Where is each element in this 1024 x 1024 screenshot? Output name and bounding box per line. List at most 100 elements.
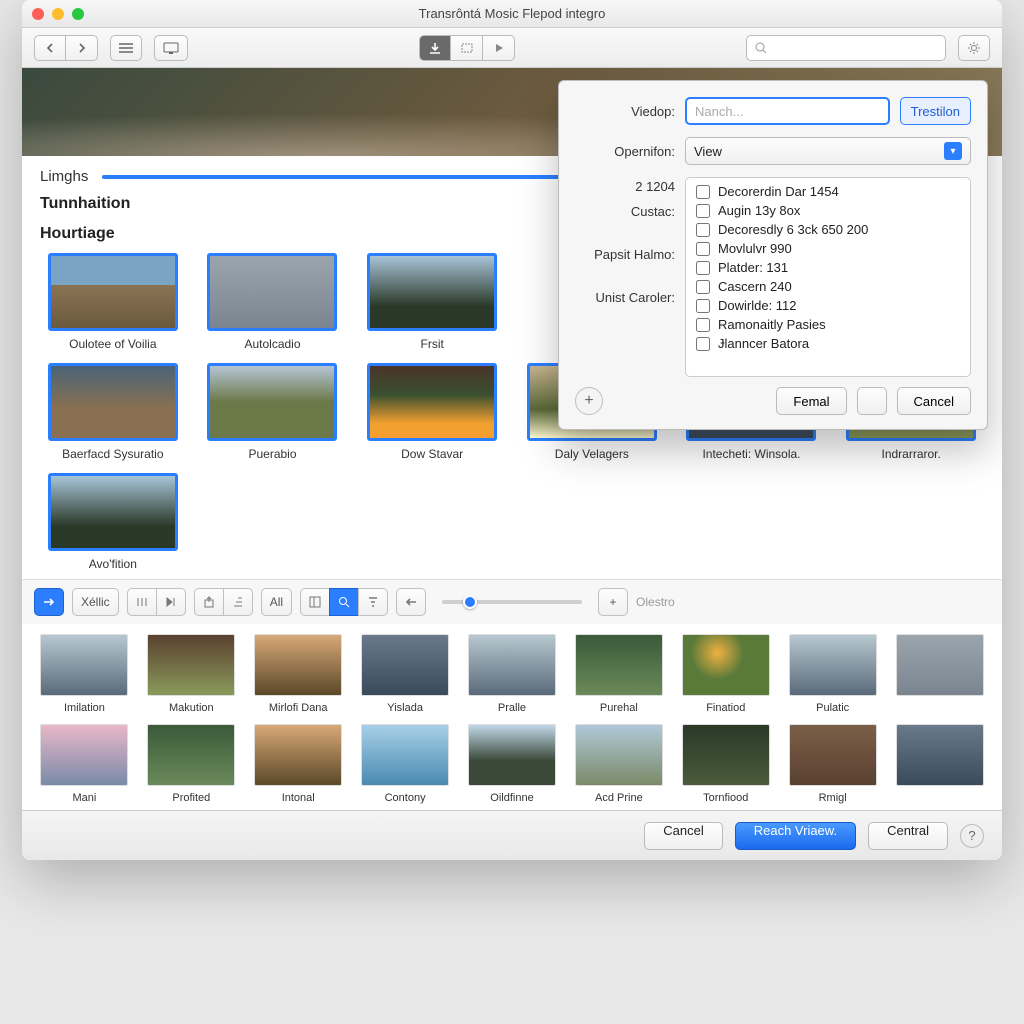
strip-thumbnail[interactable]: Yislada bbox=[357, 634, 454, 714]
list-checkbox[interactable] bbox=[696, 204, 710, 218]
list-item[interactable]: Ramonaitly Pasies bbox=[686, 315, 970, 334]
thumbnail[interactable]: Frsit bbox=[359, 253, 505, 351]
list-checkbox[interactable] bbox=[696, 299, 710, 313]
thumbnail-label: Purehal bbox=[600, 702, 638, 714]
dialog-label-b: Custac: bbox=[575, 204, 675, 219]
thumbnail-label: Dow Stavar bbox=[401, 447, 463, 461]
search-field[interactable] bbox=[746, 35, 946, 61]
strip-thumbnail[interactable]: Acd Prine bbox=[570, 724, 667, 804]
thumbnail-label: Acd Prine bbox=[595, 792, 643, 804]
strip-thumbnail[interactable]: Profited bbox=[143, 724, 240, 804]
search-input[interactable] bbox=[773, 41, 937, 55]
thumbnail[interactable]: Baerfacd Sysuratio bbox=[40, 363, 186, 461]
thumbnail[interactable]: Avo'fition bbox=[40, 473, 186, 571]
list-item[interactable]: Platder: 131 bbox=[686, 258, 970, 277]
section-subhead: Tunnhaition bbox=[40, 195, 130, 213]
list-checkbox[interactable] bbox=[696, 185, 710, 199]
list-item[interactable]: Ɉlanncer Batora bbox=[686, 334, 970, 353]
list-checkbox[interactable] bbox=[696, 318, 710, 332]
thumbnail[interactable]: Puerabio bbox=[200, 363, 346, 461]
list-item-label: Decoresdly 6 3ck 650 200 bbox=[718, 222, 868, 237]
list-checkbox[interactable] bbox=[696, 242, 710, 256]
list-checkbox[interactable] bbox=[696, 280, 710, 294]
skip-button[interactable] bbox=[156, 588, 186, 616]
dialog-aux-button[interactable] bbox=[857, 387, 887, 415]
crop-button[interactable] bbox=[451, 35, 483, 61]
video-input[interactable] bbox=[685, 97, 890, 125]
strip-thumbnail[interactable]: Pralle bbox=[464, 634, 561, 714]
list-item[interactable]: Decorerdin Dar 1454 bbox=[686, 182, 970, 201]
thumbnail[interactable]: Oulotee of Voilia bbox=[40, 253, 186, 351]
central-button[interactable]: Central bbox=[868, 822, 948, 850]
thumbnail-label: Makution bbox=[169, 702, 214, 714]
add-item-button[interactable]: + bbox=[575, 387, 603, 415]
display-button[interactable] bbox=[154, 35, 188, 61]
strip-thumbnail[interactable]: Tornfiood bbox=[677, 724, 774, 804]
list-item[interactable]: Movlulvr 990 bbox=[686, 239, 970, 258]
list-item[interactable]: Decoresdly 6 3ck 650 200 bbox=[686, 220, 970, 239]
xcilic-button[interactable]: Xéllic bbox=[72, 588, 119, 616]
femal-button[interactable]: Femal bbox=[776, 387, 846, 415]
list-checkbox[interactable] bbox=[696, 337, 710, 351]
zoom-slider[interactable] bbox=[442, 600, 582, 604]
play-button[interactable] bbox=[483, 35, 515, 61]
list-item[interactable]: Cascern 240 bbox=[686, 277, 970, 296]
window-title: Transrôntá Mosic Flepod integro bbox=[22, 6, 1002, 21]
export-button[interactable] bbox=[194, 588, 224, 616]
search-mode-button[interactable] bbox=[329, 588, 359, 616]
thumbnail-image bbox=[361, 634, 449, 696]
settings-button[interactable] bbox=[958, 35, 990, 61]
strip-thumbnail[interactable]: Purehal bbox=[570, 634, 667, 714]
thumbnail-label: Autolcadio bbox=[244, 337, 300, 351]
thumbnail-label: Contony bbox=[385, 792, 426, 804]
back-button[interactable] bbox=[34, 35, 66, 61]
thumbnail[interactable]: Dow Stavar bbox=[359, 363, 505, 461]
thumbnail-image bbox=[207, 253, 337, 331]
strip-thumbnail[interactable]: Makution bbox=[143, 634, 240, 714]
strip-thumbnail[interactable]: Pulatic bbox=[784, 634, 881, 714]
list-item-label: Cascern 240 bbox=[718, 279, 792, 294]
cancel-button[interactable]: Cancel bbox=[644, 822, 722, 850]
dialog-label-c: Papsit Halmo: bbox=[575, 247, 675, 262]
strip-thumbnail[interactable]: Imilation bbox=[36, 634, 133, 714]
strip-thumbnail[interactable]: Mani bbox=[36, 724, 133, 804]
thumbnail-image bbox=[468, 634, 556, 696]
strip-thumbnail[interactable]: Rmigl bbox=[784, 724, 881, 804]
list-item-label: Platder: 131 bbox=[718, 260, 788, 275]
all-button[interactable]: All bbox=[261, 588, 292, 616]
thumbnail-image bbox=[40, 724, 128, 786]
operation-select[interactable]: View ▾ bbox=[685, 137, 971, 165]
list-checkbox[interactable] bbox=[696, 223, 710, 237]
slider-label: Limghs bbox=[40, 168, 88, 185]
strip-thumbnail[interactable]: Contony bbox=[357, 724, 454, 804]
arrow-right-button[interactable] bbox=[34, 588, 64, 616]
dialog-list[interactable]: Decorerdin Dar 1454Augin 13y 8ox Decoresd… bbox=[685, 177, 971, 377]
search-icon bbox=[755, 42, 767, 54]
list-item[interactable]: Dowirlde: 112 bbox=[686, 296, 970, 315]
trestilon-button[interactable]: Trestilon bbox=[900, 97, 971, 125]
thumbnail-label: Profited bbox=[172, 792, 210, 804]
dialog-cancel-button[interactable]: Cancel bbox=[897, 387, 971, 415]
list-item[interactable]: Augin 13y 8ox bbox=[686, 201, 970, 220]
help-button[interactable]: ? bbox=[960, 824, 984, 848]
list-checkbox[interactable] bbox=[696, 261, 710, 275]
forward-button[interactable] bbox=[66, 35, 98, 61]
strip-thumbnail[interactable]: Oildfinne bbox=[464, 724, 561, 804]
strip-thumbnail[interactable]: Mirlofi Dana bbox=[250, 634, 347, 714]
filter-button[interactable] bbox=[358, 588, 388, 616]
sort-button[interactable] bbox=[223, 588, 253, 616]
strip-thumbnail[interactable]: Intonal bbox=[250, 724, 347, 804]
thumbnail-label: Baerfacd Sysuratio bbox=[62, 447, 163, 461]
thumbnail[interactable]: Autolcadio bbox=[200, 253, 346, 351]
columns-button[interactable] bbox=[127, 588, 157, 616]
strip-thumbnail[interactable] bbox=[891, 634, 988, 714]
strip-thumbnail[interactable] bbox=[891, 724, 988, 804]
strip-thumbnail[interactable]: Finatiod bbox=[677, 634, 774, 714]
download-button[interactable] bbox=[419, 35, 451, 61]
primary-button[interactable]: Reach Vriaew. bbox=[735, 822, 856, 850]
list-view-button[interactable] bbox=[110, 35, 142, 61]
add-button[interactable]: + bbox=[598, 588, 628, 616]
panel-button[interactable] bbox=[300, 588, 330, 616]
zoom-thumb[interactable] bbox=[463, 595, 477, 609]
back-arrow-button[interactable] bbox=[396, 588, 426, 616]
